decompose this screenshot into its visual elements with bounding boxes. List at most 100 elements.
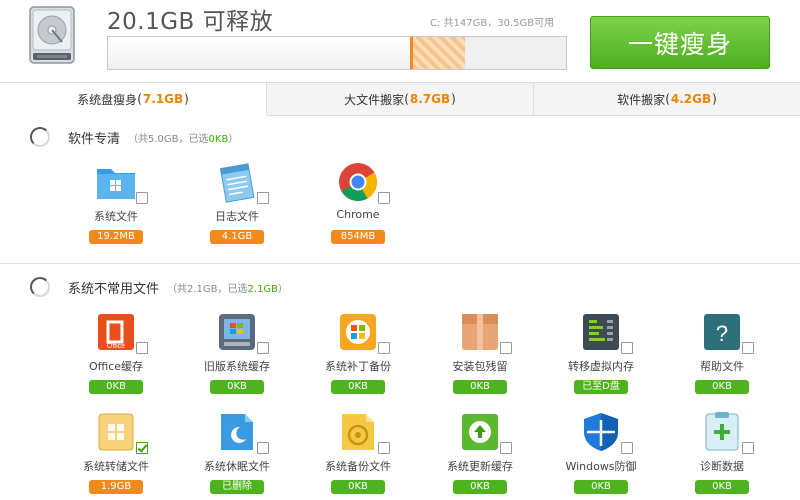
item-checkbox[interactable]: [500, 442, 512, 454]
cleanup-item[interactable]: 旧版系统缓存 0KB: [182, 310, 292, 394]
item-size-badge: 19.2MB: [89, 230, 143, 244]
item-size-badge: 1.9GB: [89, 480, 143, 494]
drive-info: C: 共147GB，30.5GB可用: [430, 18, 555, 29]
patch-backup-icon: [336, 310, 390, 354]
tab-software-move[interactable]: 软件搬家 (4.2GB): [534, 83, 800, 115]
help-file-icon: ?: [700, 310, 754, 354]
item-label: 系统备份文件: [325, 460, 391, 473]
item-label: 旧版系统缓存: [204, 360, 270, 373]
item-size-badge: 854MB: [331, 230, 385, 244]
dump-file-icon: [94, 410, 148, 454]
package-box-icon: [458, 310, 512, 354]
old-windows-icon: [215, 310, 269, 354]
item-checkbox[interactable]: [742, 442, 754, 454]
section-uncommon-files-header[interactable]: 系统不常用文件 （共2.1GB，已选2.1GB）: [30, 277, 288, 297]
tab-label: 软件搬家: [617, 92, 666, 107]
disk-usage-bar: [107, 36, 567, 70]
cleanup-item[interactable]: Office Office缓存 0KB: [61, 310, 171, 394]
virtual-memory-icon: [579, 310, 633, 354]
hibernate-file-icon: [215, 410, 269, 454]
section-summary: （共5.0GB，已选0KB）: [128, 133, 239, 145]
cleanup-item[interactable]: 系统更新缓存 0KB: [425, 410, 535, 494]
item-label: 系统更新缓存: [447, 460, 513, 473]
cleanup-item[interactable]: 系统文件 19.2MB: [61, 160, 171, 244]
item-checkbox[interactable]: [136, 192, 148, 204]
item-checkbox[interactable]: [257, 442, 269, 454]
tab-bar: 系统盘瘦身 (7.1GB) 大文件搬家 (8.7GB) 软件搬家 (4.2GB): [0, 82, 800, 116]
item-checkbox[interactable]: [742, 342, 754, 354]
tab-label: 系统盘瘦身: [77, 92, 138, 107]
tab-large-file-move[interactable]: 大文件搬家 (8.7GB): [267, 83, 534, 115]
item-label: 日志文件: [215, 210, 259, 223]
item-checkbox[interactable]: [621, 442, 633, 454]
item-checkbox[interactable]: [378, 442, 390, 454]
section-divider: [0, 263, 800, 264]
disk-used-fill: [108, 37, 413, 69]
cleanup-item[interactable]: Windows防御 0KB: [546, 410, 656, 494]
item-size-badge: 0KB: [331, 380, 385, 394]
windows-defender-icon: [579, 410, 633, 454]
item-checkbox[interactable]: [257, 342, 269, 354]
item-label: 系统转储文件: [83, 460, 149, 473]
svg-text:?: ?: [716, 321, 728, 346]
item-size-badge: 0KB: [574, 480, 628, 494]
tab-amount: 8.7GB: [409, 92, 451, 106]
item-size-badge: 0KB: [331, 480, 385, 494]
item-label: 安装包残留: [452, 360, 508, 373]
item-checkbox[interactable]: [500, 342, 512, 354]
loading-spinner-icon: [30, 277, 50, 297]
section-title: 软件专清: [68, 131, 121, 147]
item-checkbox[interactable]: [378, 342, 390, 354]
cleanup-item[interactable]: Chrome 854MB: [303, 160, 413, 244]
item-label: 诊断数据: [700, 460, 744, 473]
item-size-badge: 0KB: [453, 380, 507, 394]
item-checkbox[interactable]: [136, 442, 148, 454]
item-size-badge: 4.1GB: [210, 230, 264, 244]
tab-amount: 7.1GB: [142, 92, 184, 106]
folder-windows-icon: [94, 160, 148, 204]
section-summary: （共2.1GB，已选2.1GB）: [167, 283, 289, 295]
item-label: Office缓存: [88, 360, 144, 373]
item-label: 系统文件: [94, 210, 138, 223]
item-label: 帮助文件: [700, 360, 744, 373]
tab-system-disk-slim[interactable]: 系统盘瘦身 (7.1GB): [0, 83, 267, 116]
cleanup-item[interactable]: 日志文件 4.1GB: [182, 160, 292, 244]
log-notepad-icon: [215, 160, 269, 204]
svg-text:Office: Office: [107, 343, 125, 350]
item-label: Windows防御: [565, 460, 637, 473]
item-label: Chrome: [336, 208, 380, 221]
cleanup-item[interactable]: 系统休眠文件 已删除: [182, 410, 292, 494]
cleanup-item[interactable]: ? 帮助文件 0KB: [667, 310, 777, 394]
item-checkbox[interactable]: [378, 192, 390, 204]
cleanup-item[interactable]: 系统备份文件 0KB: [303, 410, 413, 494]
item-checkbox[interactable]: [257, 192, 269, 204]
item-size-badge: 已删除: [210, 480, 264, 494]
item-checkbox[interactable]: [621, 342, 633, 354]
section-title: 系统不常用文件: [68, 281, 160, 297]
one-click-slim-button[interactable]: 一键瘦身: [590, 16, 770, 69]
item-size-badge: 0KB: [695, 380, 749, 394]
item-label: 系统休眠文件: [204, 460, 270, 473]
disk-cleanable-fill: [412, 37, 466, 69]
tab-label: 大文件搬家: [344, 92, 405, 107]
item-size-badge: 0KB: [453, 480, 507, 494]
item-size-badge: 0KB: [89, 380, 143, 394]
header: 20.1GB 可释放 C: 共147GB，30.5GB可用 一键瘦身: [0, 0, 800, 82]
cleanup-item[interactable]: 诊断数据 0KB: [667, 410, 777, 494]
free-space-title: 20.1GB 可释放: [107, 9, 274, 35]
cleanup-item[interactable]: 系统补丁备份 0KB: [303, 310, 413, 394]
tab-amount: 4.2GB: [670, 92, 712, 106]
office-icon: Office: [94, 310, 148, 354]
cleanup-item[interactable]: 安装包残留 0KB: [425, 310, 535, 394]
cleanup-item[interactable]: 转移虚拟内存 已至D盘: [546, 310, 656, 394]
update-cache-icon: [458, 410, 512, 454]
hard-drive-icon: [28, 6, 76, 66]
chrome-icon: [336, 160, 390, 204]
cleanup-item[interactable]: 系统转储文件 1.9GB: [61, 410, 171, 494]
section-software-clean-header[interactable]: 软件专清 （共5.0GB，已选0KB）: [30, 127, 238, 147]
item-label: 系统补丁备份: [325, 360, 391, 373]
item-checkbox[interactable]: [136, 342, 148, 354]
item-size-badge: 0KB: [210, 380, 264, 394]
diagnostic-data-icon: [700, 410, 754, 454]
item-size-badge: 已至D盘: [574, 380, 628, 394]
